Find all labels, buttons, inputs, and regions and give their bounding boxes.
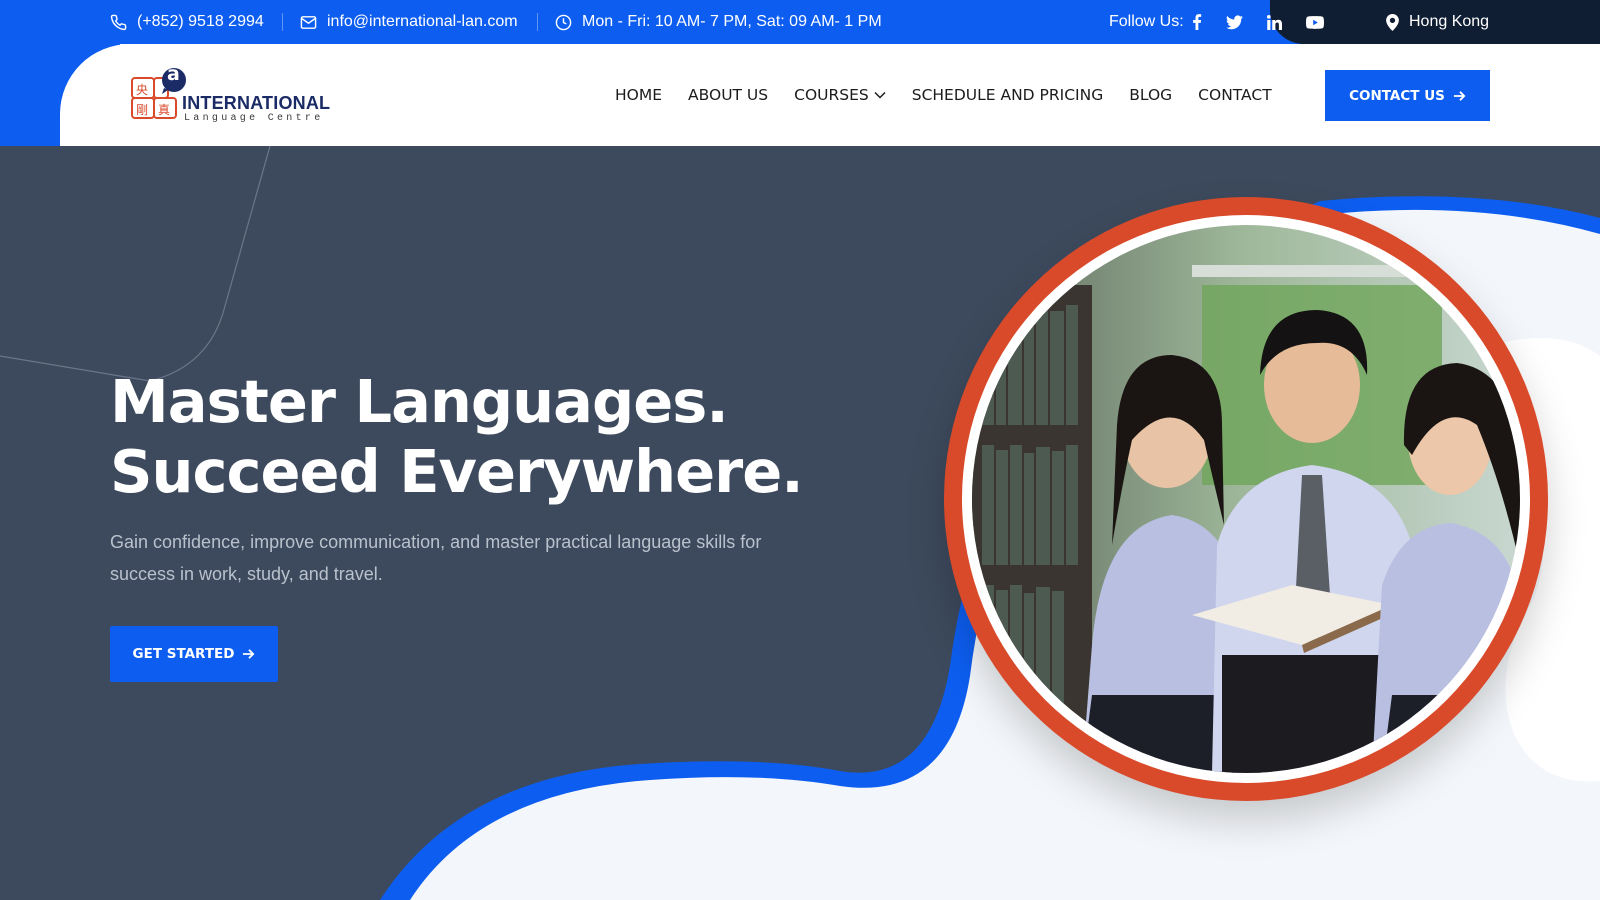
get-started-label: GET STARTED [132, 646, 235, 662]
youtube-icon[interactable] [1305, 15, 1334, 29]
opening-hours: Mon - Fri: 10 AM- 7 PM, Sat: 09 AM- 1 PM [555, 0, 882, 44]
hero-title: Master Languages. Succeed Everywhere. [110, 367, 804, 507]
hero-title-line-2: Succeed Everywhere. [110, 437, 804, 506]
students-photo [972, 225, 1520, 773]
arrow-right-icon [243, 649, 255, 659]
phone-number: (+852) 9518 2994 [137, 13, 264, 30]
location-text: Hong Kong [1409, 13, 1490, 30]
chevron-down-icon [874, 91, 886, 99]
linkedin-icon[interactable] [1266, 14, 1292, 30]
get-started-button[interactable]: GET STARTED [110, 626, 278, 682]
nav-home[interactable]: HOME [615, 86, 662, 104]
divider [537, 13, 538, 31]
hero-title-line-1: Master Languages. [110, 367, 729, 436]
nav-courses-label: COURSES [794, 86, 869, 104]
nav-schedule-pricing[interactable]: SCHEDULE AND PRICING [912, 86, 1104, 104]
top-bar: (+852) 9518 2994 info@international-lan.… [0, 0, 1600, 44]
svg-text:真: 真 [158, 103, 170, 117]
logo-tagline: Language Centre [184, 113, 324, 124]
arrow-right-icon [1453, 90, 1466, 101]
facebook-icon[interactable] [1192, 14, 1212, 30]
twitter-icon[interactable] [1225, 15, 1253, 30]
nav-about-us[interactable]: ABOUT US [688, 86, 768, 104]
hero-photo-frame [944, 197, 1548, 801]
location-pin-icon [1386, 13, 1399, 31]
hours-text: Mon - Fri: 10 AM- 7 PM, Sat: 09 AM- 1 PM [582, 13, 882, 30]
email-contact[interactable]: info@international-lan.com [300, 0, 518, 44]
decorative-line [0, 146, 271, 382]
nav-contact[interactable]: CONTACT [1198, 86, 1272, 104]
social-links [1192, 14, 1334, 30]
email-address: info@international-lan.com [327, 13, 518, 30]
nav-courses[interactable]: COURSES [794, 86, 886, 104]
main-nav: HOME ABOUT US COURSES SCHEDULE AND PRICI… [615, 44, 1272, 146]
hero-subtitle: Gain confidence, improve communication, … [110, 532, 762, 584]
clock-icon [555, 14, 572, 30]
logo-mark-icon: 央 剛 真 [131, 68, 186, 119]
contact-us-button[interactable]: CONTACT US [1325, 70, 1490, 121]
svg-text:央: 央 [136, 83, 148, 97]
mail-icon [300, 15, 317, 29]
follow-label: Follow Us: [1109, 13, 1184, 30]
phone-contact[interactable]: (+852) 9518 2994 [110, 0, 264, 44]
logo-name: INTERNATIONAL [182, 93, 331, 113]
phone-icon [110, 14, 127, 30]
nav-blog[interactable]: BLOG [1129, 86, 1172, 104]
location[interactable]: Hong Kong [1386, 0, 1489, 44]
photo-border [962, 215, 1530, 783]
follow-us: Follow Us: [1109, 0, 1334, 44]
students-illustration [972, 225, 1520, 773]
logo-badge-letter: a [167, 63, 180, 85]
divider [282, 13, 283, 31]
svg-text:剛: 剛 [136, 103, 148, 117]
contact-us-label: CONTACT US [1349, 87, 1445, 104]
